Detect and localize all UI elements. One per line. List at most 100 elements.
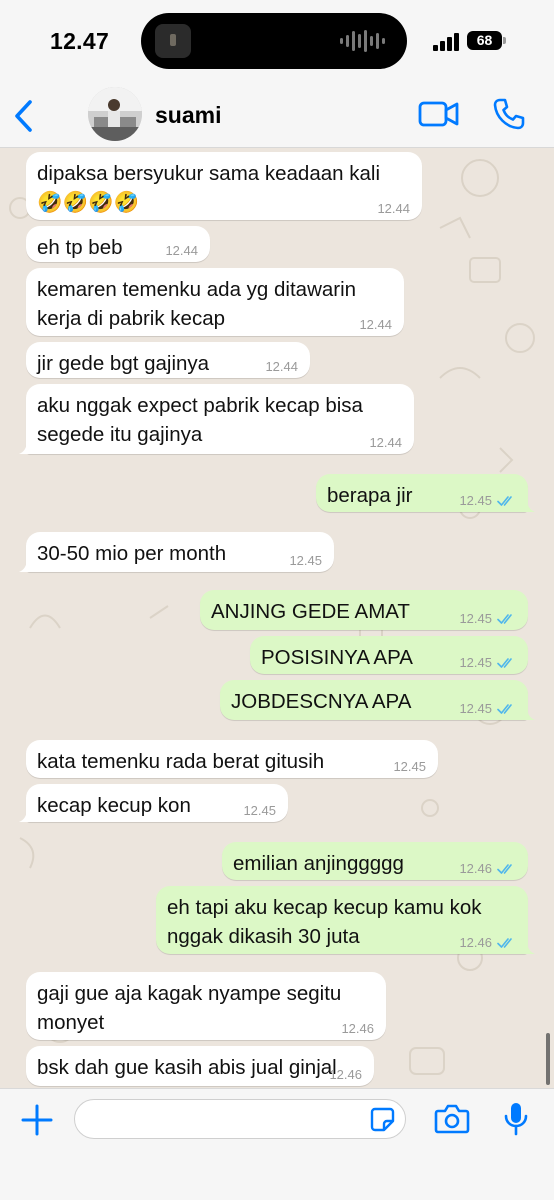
message-timestamp: 12.44	[265, 359, 298, 374]
incoming-message[interactable]: jir gede bgt gajinya 12.44	[26, 342, 310, 378]
read-receipt-icon	[497, 864, 512, 874]
battery-icon: 68	[467, 31, 502, 50]
message-timestamp: 12.45	[459, 611, 492, 626]
message-meta: 12.46	[459, 935, 516, 951]
incoming-message[interactable]: kecap kecup kon 12.45	[19, 784, 288, 822]
contact-name[interactable]: suami	[155, 102, 221, 129]
message-timestamp: 12.45	[393, 759, 426, 774]
message-text: kemaren temenku ada yg ditawarin	[37, 278, 357, 301]
back-button[interactable]	[8, 96, 42, 136]
incoming-message[interactable]: kata temenku rada berat gitusih 12.45	[26, 740, 438, 778]
outgoing-message[interactable]: emilian anjinggggg 12.46	[222, 842, 528, 880]
message-text: gaji gue aja kagak nyampe segitu	[37, 982, 342, 1005]
message-timestamp: 12.46	[459, 861, 492, 876]
audio-waveform-icon	[340, 29, 385, 53]
outgoing-message[interactable]: ANJING GEDE AMAT 12.45	[200, 590, 528, 630]
message-meta: 12.44	[265, 359, 298, 375]
bubble-tail	[521, 498, 535, 512]
dynamic-island[interactable]	[141, 13, 407, 69]
message-meta: 12.44	[369, 435, 402, 451]
read-receipt-icon	[497, 704, 512, 714]
camera-icon	[434, 1104, 470, 1134]
video-camera-icon	[418, 101, 459, 127]
message-input[interactable]	[74, 1099, 406, 1139]
message-meta: 12.46	[329, 1067, 362, 1083]
message-text: dipaksa bersyukur sama keadaan kali	[37, 162, 380, 185]
outgoing-message[interactable]: eh tapi aku kecap kecup kamu kok nggak di…	[156, 886, 535, 954]
microphone-icon	[504, 1103, 528, 1136]
phone-icon	[493, 98, 525, 130]
voice-message-button[interactable]	[503, 1101, 529, 1137]
read-receipt-icon	[497, 938, 512, 948]
bubble-tail	[19, 558, 33, 572]
message-meta: 12.45	[243, 803, 276, 819]
back-chevron-icon	[15, 100, 32, 132]
sticker-icon	[370, 1107, 395, 1132]
message-meta: 12.46	[341, 1021, 374, 1037]
message-text: 🤣🤣🤣🤣	[37, 191, 140, 214]
voice-call-button[interactable]	[491, 96, 527, 132]
incoming-message[interactable]: kemaren temenku ada yg ditawarin kerja di…	[26, 268, 404, 336]
contact-avatar[interactable]	[88, 87, 142, 141]
incoming-message[interactable]: dipaksa bersyukur sama keadaan kali 🤣🤣🤣🤣 1…	[26, 152, 422, 220]
plus-icon	[21, 1104, 53, 1136]
attach-button[interactable]	[20, 1103, 54, 1137]
message-meta: 12.45	[393, 759, 426, 775]
incoming-message[interactable]: eh tp beb 12.44	[26, 226, 210, 262]
message-meta: 12.45	[459, 701, 516, 717]
video-call-button[interactable]	[418, 98, 460, 130]
message-timestamp: 12.44	[165, 243, 198, 258]
message-timestamp: 12.44	[359, 317, 392, 332]
message-input-bar	[0, 1088, 554, 1200]
incoming-message[interactable]: 30-50 mio per month 12.45	[19, 532, 334, 572]
message-timestamp: 12.45	[459, 655, 492, 670]
message-text: monyet	[37, 1011, 105, 1034]
camera-button[interactable]	[434, 1103, 470, 1135]
incoming-message[interactable]: aku nggak expect pabrik kecap bisa segede…	[19, 384, 414, 454]
message-text: segede itu gajinya	[37, 423, 203, 446]
message-meta: 12.44	[165, 243, 198, 259]
outgoing-message[interactable]: berapa jir 12.45	[316, 474, 535, 512]
incoming-message[interactable]: bsk dah gue kasih abis jual ginjal 12.46	[26, 1046, 374, 1086]
message-text: eh tapi aku kecap kecup kamu kok	[167, 896, 482, 919]
message-meta: 12.45	[459, 655, 516, 671]
cellular-signal-icon	[433, 33, 459, 51]
read-receipt-icon	[497, 614, 512, 624]
chat-header: suami	[0, 84, 554, 148]
message-text: kata temenku rada berat gitusih	[37, 750, 325, 773]
message-text: bsk dah gue kasih abis jual ginjal	[37, 1056, 337, 1079]
message-timestamp: 12.46	[459, 935, 492, 950]
bubble-tail	[19, 440, 33, 454]
outgoing-message[interactable]: JOBDESCNYA APA 12.45	[220, 680, 535, 720]
status-bar: 12.47 68	[0, 0, 554, 84]
bubble-tail	[521, 940, 535, 954]
message-timestamp: 12.46	[329, 1067, 362, 1082]
message-meta: 12.45	[459, 493, 516, 509]
message-text: kerja di pabrik kecap	[37, 307, 226, 330]
status-time: 12.47	[50, 28, 110, 54]
message-meta: 12.45	[289, 553, 322, 569]
message-meta: 12.45	[459, 611, 516, 627]
incoming-message[interactable]: gaji gue aja kagak nyampe segitu monyet 12…	[26, 972, 386, 1040]
read-receipt-icon	[497, 496, 512, 506]
read-receipt-icon	[497, 658, 512, 668]
message-timestamp: 12.46	[341, 1021, 374, 1036]
message-timestamp: 12.44	[369, 435, 402, 450]
message-timestamp: 12.44	[377, 201, 410, 216]
message-text: aku nggak expect pabrik kecap bisa	[37, 394, 363, 417]
message-meta: 12.44	[359, 317, 392, 333]
outgoing-message[interactable]: POSISINYA APA 12.45	[250, 636, 528, 674]
message-timestamp: 12.45	[459, 701, 492, 716]
message-timestamp: 12.45	[243, 803, 276, 818]
bubble-tail	[19, 808, 33, 822]
battery-tip	[503, 37, 506, 44]
message-meta: 12.46	[459, 861, 516, 877]
message-timestamp: 12.45	[459, 493, 492, 508]
chat-area[interactable]: dipaksa bersyukur sama keadaan kali 🤣🤣🤣🤣 1…	[0, 148, 554, 1088]
message-timestamp: 12.45	[289, 553, 322, 568]
message-meta: 12.44	[377, 201, 410, 217]
sticker-button[interactable]	[370, 1107, 395, 1132]
chat-scrollbar[interactable]	[546, 1033, 550, 1085]
bubble-tail	[521, 706, 535, 720]
now-playing-thumbnail	[155, 24, 191, 58]
